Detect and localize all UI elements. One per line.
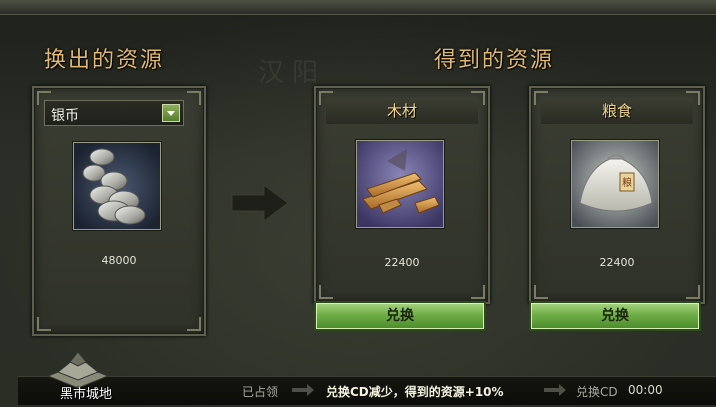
- cd-label: 兑换CD: [576, 385, 618, 399]
- wood-resource-panel: 木材 22400: [314, 86, 490, 304]
- wood-icon: [356, 140, 444, 228]
- occupied-status: 已占领: [242, 385, 279, 399]
- svg-text:粮: 粮: [622, 176, 632, 189]
- right-arrow-icon: [544, 384, 566, 396]
- grain-resource-panel: 粮食 粮 22400: [529, 86, 705, 304]
- exchange-grain-button[interactable]: 兑换: [529, 301, 701, 331]
- panel-corner: [686, 285, 700, 299]
- grain-sack-icon: 粮: [571, 140, 659, 228]
- city-name: 黑市城地: [60, 387, 113, 402]
- exchange-wood-button[interactable]: 兑换: [314, 301, 486, 331]
- resource-select[interactable]: 银币: [44, 100, 184, 126]
- get-resource-heading: 得到的资源: [434, 48, 555, 73]
- right-arrow-icon: [292, 384, 314, 396]
- panel-corner: [471, 285, 485, 299]
- give-resource-panel: 银币 48000: [32, 86, 206, 336]
- panel-corner: [187, 317, 201, 331]
- bonus-text: 兑换CD减少，得到的资源+10%: [326, 385, 504, 399]
- silver-coins-icon: [73, 142, 161, 230]
- wood-title: 木材: [326, 98, 478, 124]
- give-amount: 48000: [101, 254, 137, 267]
- top-strip: [0, 0, 716, 15]
- grain-amount: 22400: [599, 256, 635, 269]
- dropdown-arrow-icon[interactable]: [162, 104, 180, 122]
- panel-corner: [37, 317, 51, 331]
- give-resource-heading: 换出的资源: [44, 48, 165, 73]
- resource-select-value: 银币: [51, 108, 79, 124]
- cd-timer: 00:00: [628, 383, 663, 397]
- panel-corner: [534, 285, 548, 299]
- map-watermark: 汉阳: [258, 58, 327, 88]
- panel-corner: [319, 285, 333, 299]
- exchange-arrow-icon: [231, 184, 289, 222]
- wood-amount: 22400: [384, 256, 420, 269]
- panel-corner: [187, 91, 201, 105]
- grain-title: 粮食: [541, 98, 693, 124]
